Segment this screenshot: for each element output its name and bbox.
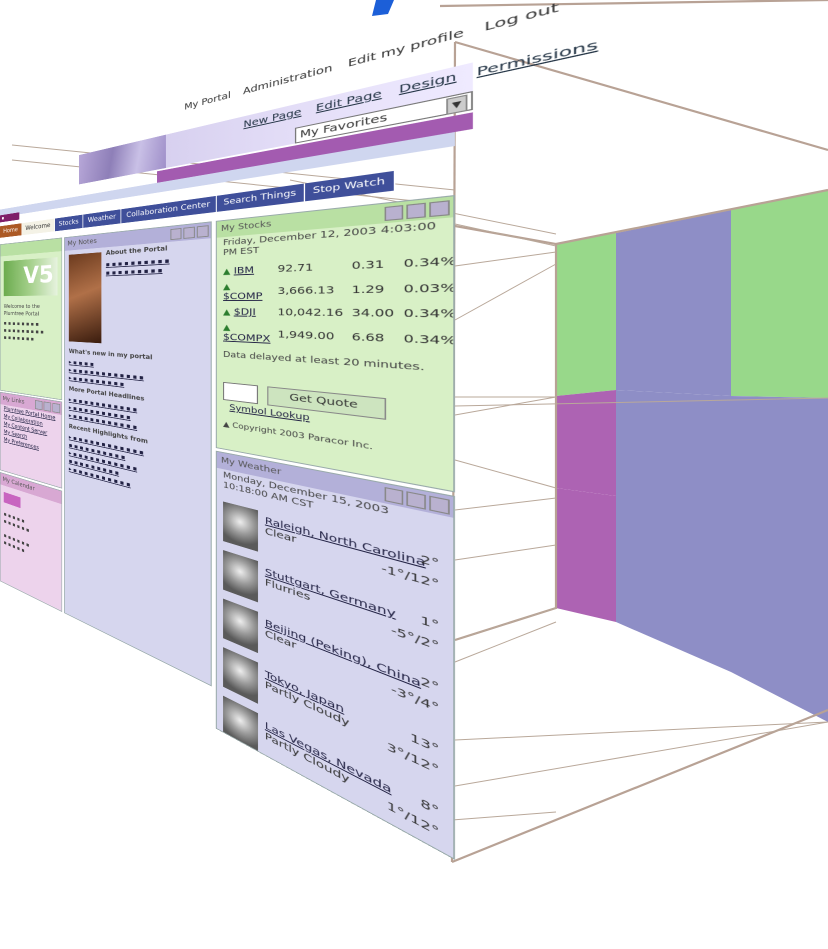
minimize-icon[interactable] <box>384 205 404 222</box>
minimize-icon[interactable] <box>35 400 43 411</box>
close-icon[interactable] <box>52 402 61 414</box>
author-photo <box>68 252 102 344</box>
logo-portlet-note: Welcome to the Plumtree Portal <box>3 303 40 317</box>
stock-symbol[interactable]: $COMPX <box>223 332 270 344</box>
stocks-table: ▲ IBM 92.71 0.31 0.34% ▲ $COMP 3,666.13 1.29 0… <box>223 252 455 358</box>
v5-logo: V5 <box>3 257 58 297</box>
stock-pct: 0.34% <box>403 332 455 348</box>
paracor-logo-icon: ▲ <box>223 419 230 429</box>
calendar-body: ▪ ▪ ▪ ▪ ▪ ▪ ▪ ▪ ▪ ▪ ▪ ▪ ▪ ▪ ▪ ▪ ▪ ▪ ▪ ▪ ▪ ▪ <box>3 510 30 554</box>
calendar-portlet: My Calendar ▪ ▪ ▪ ▪ ▪ ▪ ▪ ▪ ▪ ▪ ▪ ▪ ▪ ▪ ▪ … <box>0 472 63 613</box>
paracor-logo-icon: ▲ <box>223 743 230 756</box>
top-link-log-out[interactable]: Log out <box>484 1 559 35</box>
weather-temp: 1° <box>420 614 440 634</box>
logo-portlet-header <box>0 238 62 257</box>
stock-price: 1,949.00 <box>277 329 335 343</box>
stock-symbol[interactable]: $DJI <box>234 307 256 317</box>
top-link-my-portal[interactable]: My Portal <box>184 90 231 112</box>
close-icon[interactable] <box>196 225 209 238</box>
permissions-link[interactable]: Permissions <box>477 38 598 79</box>
portal-page: My Portal Administration Edit my profile… <box>0 1 598 860</box>
up-arrow-icon: ▲ <box>223 323 231 333</box>
stock-pct: 0.34% <box>403 255 455 271</box>
edit-icon[interactable] <box>406 491 426 510</box>
banner-image <box>79 134 166 185</box>
links-portlet-title: My Links <box>2 395 25 406</box>
weather-flurries-icon <box>223 550 258 603</box>
up-arrow-icon: ▲ <box>223 308 231 318</box>
stock-pct: 0.34% <box>403 307 455 322</box>
news-portlet-controls <box>169 225 209 241</box>
stock-pct: 0.03% <box>403 281 455 296</box>
news-portlet: My Notes About the Portal ▪ ▪ ▪ ▪ ▪ ▪ ▪ … <box>64 221 212 687</box>
stocks-portlet-controls <box>382 200 450 222</box>
top-link-edit-profile[interactable]: Edit my profile <box>348 27 464 70</box>
tab-search[interactable]: Search Things <box>217 183 306 212</box>
brand-label: ▪ <box>0 212 20 223</box>
weather-temp: 8° <box>420 796 440 820</box>
stock-change: 34.00 <box>351 307 395 320</box>
tab-weather[interactable]: Weather <box>83 209 122 228</box>
logo-portlet-body: ▪ ▪ ▪ ▪ ▪ ▪ ▪ ▪ ▪ ▪ ▪ ▪ ▪ ▪ ▪ ▪ ▪ ▪ ▪ ▪ ▪ … <box>3 320 44 343</box>
stock-price: 3,666.13 <box>277 284 335 297</box>
top-link-administration[interactable]: Administration <box>243 63 332 97</box>
up-arrow-icon: ▲ <box>223 282 231 293</box>
edit-icon[interactable] <box>183 226 195 239</box>
portal-screenshot-face: My Portal Administration Edit my profile… <box>0 0 828 866</box>
weather-clear-icon <box>223 501 258 552</box>
stock-change: 0.31 <box>351 259 385 273</box>
calendar-button[interactable] <box>3 491 21 509</box>
stock-symbol[interactable]: $COMP <box>223 291 262 302</box>
tab-stocks[interactable]: Stocks <box>54 214 84 232</box>
stocks-portlet: My Stocks Friday, December 12, 2003 4:03… <box>215 194 455 493</box>
stock-symbol[interactable]: IBM <box>234 265 254 276</box>
close-icon[interactable] <box>429 200 450 218</box>
tab-welcome[interactable]: Welcome <box>21 218 55 236</box>
chevron-down-icon[interactable]: ▼ <box>446 94 468 115</box>
edit-icon[interactable] <box>43 401 52 412</box>
stock-price: 10,042.16 <box>277 307 344 320</box>
tab-collaboration[interactable]: Collaboration Center <box>121 195 218 224</box>
up-arrow-icon: ▲ <box>223 267 231 277</box>
close-icon[interactable] <box>429 495 450 515</box>
minimize-icon[interactable] <box>170 228 182 241</box>
weather-temp: 2° <box>420 675 440 696</box>
tab-stop-watch[interactable]: Stop Watch <box>305 170 396 202</box>
stock-change: 6.68 <box>351 331 385 345</box>
v5-logo-text: V5 <box>23 260 54 290</box>
quote-input[interactable] <box>223 381 258 405</box>
logo-portlet: V5 Welcome to the Plumtree Portal ▪ ▪ ▪ … <box>0 237 63 401</box>
edit-icon[interactable] <box>406 202 426 220</box>
news-portlet-title: My Notes <box>67 237 97 248</box>
minimize-icon[interactable] <box>384 486 404 505</box>
stock-change: 1.29 <box>351 283 385 296</box>
weather-portlet: My Weather Monday, December 15, 2003 10:… <box>215 450 455 860</box>
tab-home[interactable]: Home <box>0 223 22 238</box>
stocks-portlet-title: My Stocks <box>220 219 272 234</box>
